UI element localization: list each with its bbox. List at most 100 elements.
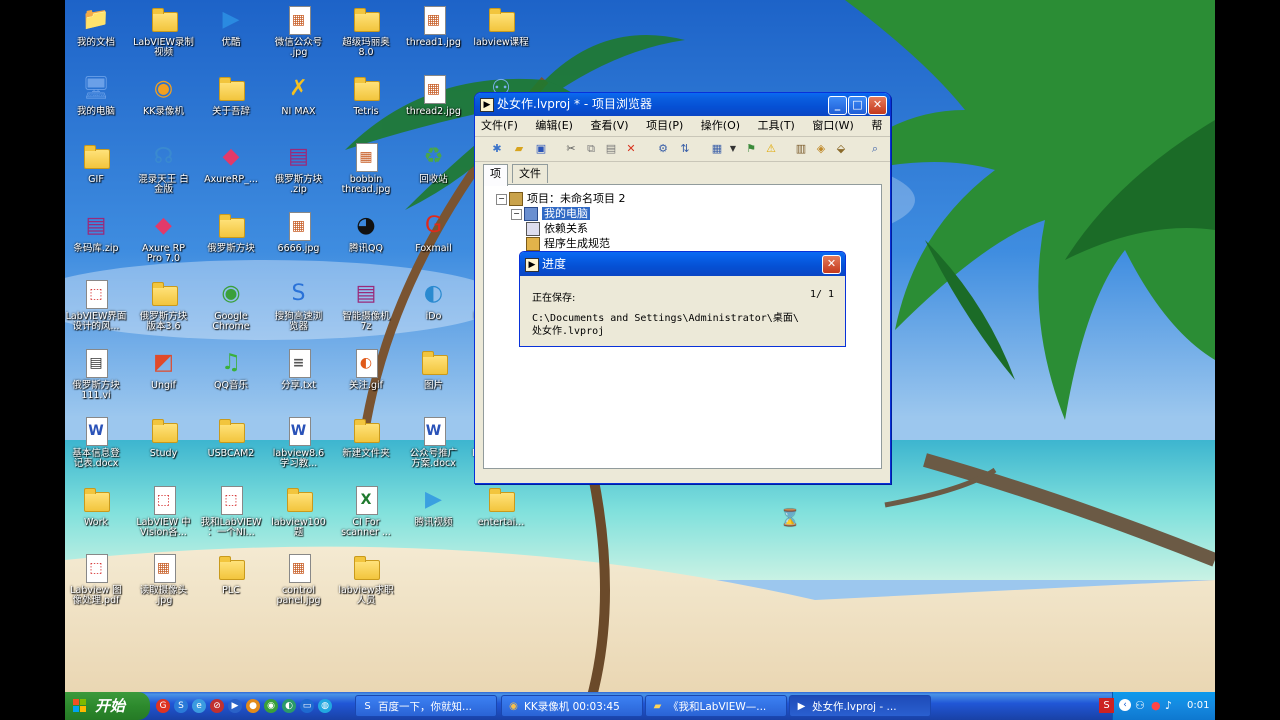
quick-launch-sogou-icon[interactable]: S xyxy=(174,699,188,713)
build-icon[interactable]: ⚙ xyxy=(655,141,671,157)
desktop-icon-image[interactable]: ▦ bobbin thread.jpg xyxy=(333,137,399,195)
desktop-icon-pdf[interactable]: ⬚ Labview 图 像处理.pdf xyxy=(65,548,129,606)
desktop-icon-folder[interactable]: USBCAM2 xyxy=(198,411,264,459)
desktop-icon-folder[interactable]: 超级玛丽奥 8.0 xyxy=(333,0,399,58)
quick-launch-ido-icon[interactable]: ◐ xyxy=(282,699,296,713)
desktop-icon-chrome[interactable]: ◉ Google Chrome xyxy=(198,274,264,332)
desktop-icon-headset[interactable]: ☊ 混录天王 白 金版 xyxy=(131,137,197,195)
progress-titlebar[interactable]: ▶ 进度 ✕ xyxy=(520,252,845,276)
desktop-icon-rar[interactable]: ▤ 俄罗斯方块 .zip xyxy=(266,137,332,195)
delete-icon[interactable]: ✕ xyxy=(623,141,639,157)
desktop-icon-folder[interactable]: labview100 题 xyxy=(266,480,332,538)
close-button[interactable]: ✕ xyxy=(868,96,887,115)
desktop-icon-folder[interactable]: Study xyxy=(131,411,197,459)
desktop-icon-qq[interactable]: ◕ 腾讯QQ xyxy=(333,206,399,254)
quick-launch-qq-icon[interactable]: ◍ xyxy=(318,699,332,713)
tab-files[interactable]: 文件 xyxy=(512,164,548,183)
desktop-icon-folder[interactable]: 新建文件夹 xyxy=(333,411,399,459)
view-icon[interactable]: ▦ xyxy=(709,141,725,157)
desktop-icon-foxmail[interactable]: G Foxmail xyxy=(401,206,467,254)
library-icon[interactable]: ▥ xyxy=(793,141,809,157)
copy-icon[interactable]: ⧉ xyxy=(583,141,599,157)
desktop-icon-excel[interactable]: X CI For scanner ... xyxy=(333,480,399,538)
quick-launch-chrome-icon[interactable]: ◉ xyxy=(264,699,278,713)
desktop-icon-image[interactable]: ▦ control panel.jpg xyxy=(266,548,332,606)
desktop-icon-folder[interactable]: GIF xyxy=(65,137,129,185)
quick-launch-no-icon[interactable]: ⊘ xyxy=(210,699,224,713)
class-icon[interactable]: ◈ xyxy=(813,141,829,157)
desktop-icon-folder[interactable]: labview课程 xyxy=(468,0,534,48)
quick-launch-firefox-icon[interactable]: ● xyxy=(246,699,260,713)
tree-node-project[interactable]: − 项目：未命名项目 2 xyxy=(496,191,626,206)
tree-node-my-computer[interactable]: − 我的电脑 xyxy=(496,206,626,221)
desktop-icon-kk[interactable]: ◉ KK录像机 xyxy=(131,69,197,117)
desktop-icon-gif[interactable]: ◐ 关注.gif xyxy=(333,343,399,391)
task-labview-project[interactable]: ▶ 处女作.lvproj - ... xyxy=(789,695,931,717)
desktop-icon-image[interactable]: ▦ 读取摄像头 .jpg xyxy=(131,548,197,606)
desktop-icon-mycomputer[interactable]: 🖥 我的电脑 xyxy=(65,69,129,117)
desktop-icon-folder[interactable]: Work xyxy=(65,480,129,528)
collapse-icon[interactable]: − xyxy=(511,208,522,220)
task-kk-recorder[interactable]: ◉ KK录像机 00:03:45 xyxy=(501,695,643,717)
clock[interactable]: 0:01 xyxy=(1187,692,1209,720)
paste-icon[interactable]: ▤ xyxy=(603,141,619,157)
tray-network-icon[interactable]: ⚇ xyxy=(1135,699,1145,713)
project-window-titlebar[interactable]: ▶ 处女作.lvproj * - 项目浏览器 _ □ ✕ xyxy=(475,93,890,116)
minimize-button[interactable]: _ xyxy=(828,96,847,115)
desktop-icon-image[interactable]: ▦ 微信公众号 .jpg xyxy=(266,0,332,58)
desktop-icon-word[interactable]: Wlabview8.6 学习教... xyxy=(266,411,332,469)
desktop-icon-sogou[interactable]: S 搜狗高速浏 览器 xyxy=(266,274,332,332)
progress-dialog[interactable]: ▶ 进度 ✕ 正在保存: 1/ 1 C:\Documents and Setti… xyxy=(519,251,846,347)
desktop-icon-qqmusic[interactable]: ♫ QQ音乐 xyxy=(198,343,264,391)
desktop-icon-word[interactable]: W 公众号推广 方案.docx xyxy=(401,411,467,469)
progress-close-button[interactable]: ✕ xyxy=(822,255,841,274)
desktop-icon-folder[interactable]: 图片 xyxy=(401,343,467,391)
desktop-icon-folder[interactable]: labview求职 人员 xyxy=(333,548,399,606)
tab-items[interactable]: 项 xyxy=(483,164,508,186)
desktop-icon-pdf[interactable]: ⬚ 我和LabVIEW ：一个NI... xyxy=(198,480,264,538)
desktop-icon-folder[interactable]: 俄罗斯方块 版本3.6 xyxy=(131,274,197,332)
tray-sogou-input-icon[interactable]: S xyxy=(1099,698,1114,713)
tray-kk-icon[interactable]: ● xyxy=(1151,699,1161,713)
desktop-icon-vi[interactable]: ▤ 俄罗斯方块 111.vi xyxy=(65,343,129,401)
task-folder[interactable]: ▰ 《我和LabVIEW—... xyxy=(645,695,787,717)
desktop-icon-rar[interactable]: ▤ 智能摄像机 7z xyxy=(333,274,399,332)
desktop-icon-axure[interactable]: ◆ AxureRP_... xyxy=(198,137,264,185)
maximize-button[interactable]: □ xyxy=(848,96,867,115)
desktop-icon-image[interactable]: ▦ 6666.jpg xyxy=(266,206,332,254)
menu-tools[interactable]: 工具(T) xyxy=(758,119,795,132)
resolve-icon[interactable]: ⚑ xyxy=(743,141,759,157)
warning-icon[interactable]: ⚠ xyxy=(763,141,779,157)
save-all-icon[interactable]: ▣ xyxy=(533,141,549,157)
desktop-icon-axure[interactable]: ◆ Axure RP Pro 7.0 xyxy=(131,206,197,264)
quick-launch-media-icon[interactable]: ▶ xyxy=(228,699,242,713)
task-browser[interactable]: S 百度一下，你就知... xyxy=(355,695,497,717)
desktop-icon-folder[interactable]: PLC xyxy=(198,548,264,596)
tree-node-dependencies[interactable]: 依赖关系 xyxy=(496,221,626,236)
desktop-icon-txt[interactable]: ≡ 分享.txt xyxy=(266,343,332,391)
quick-launch-show-desktop-icon[interactable]: ▭ xyxy=(300,699,314,713)
desktop-icon-image[interactable]: ▦ thread2.jpg xyxy=(401,69,467,117)
desktop-icon-tencentvideo[interactable]: ▶ 腾讯视频 xyxy=(401,480,467,528)
menu-operate[interactable]: 操作(O) xyxy=(701,119,740,132)
desktop-icon-ungif[interactable]: ◩ Ungif xyxy=(131,343,197,391)
menu-window[interactable]: 窗口(W) xyxy=(812,119,853,132)
desktop-icon-folder[interactable]: entertai... xyxy=(468,480,534,528)
desktop-icon-rar[interactable]: ▤ 条码库.zip xyxy=(65,206,129,254)
desktop-icon-mydocs[interactable]: 📁 我的文档 xyxy=(65,0,129,48)
quick-launch-ie-icon[interactable]: e xyxy=(192,699,206,713)
desktop-icon-image[interactable]: ▦ thread1.jpg xyxy=(401,0,467,48)
desktop-icon-recycle[interactable]: ♻ 回收站 xyxy=(401,137,467,185)
tray-volume-icon[interactable]: ♪ xyxy=(1165,699,1172,713)
deploy-icon[interactable]: ⇅ xyxy=(677,141,693,157)
menu-view[interactable]: 查看(V) xyxy=(590,119,628,132)
new-icon[interactable]: ✱ xyxy=(489,141,505,157)
chevron-down-icon[interactable]: ▼ xyxy=(725,141,741,157)
menu-file[interactable]: 文件(F) xyxy=(481,119,518,132)
desktop-icon-pdf[interactable]: ⬚ LabVIEW 中 Vision各... xyxy=(131,480,197,538)
desktop-icon-folder[interactable]: 俄罗斯方块 xyxy=(198,206,264,254)
desktop-icon-youku[interactable]: ▶ 优酷 xyxy=(198,0,264,48)
find-icon[interactable]: ⌕ xyxy=(867,141,883,157)
desktop-icon-folder[interactable]: LabVIEW录制 视频 xyxy=(131,0,197,58)
quick-launch-foxmail-icon[interactable]: G xyxy=(156,699,170,713)
